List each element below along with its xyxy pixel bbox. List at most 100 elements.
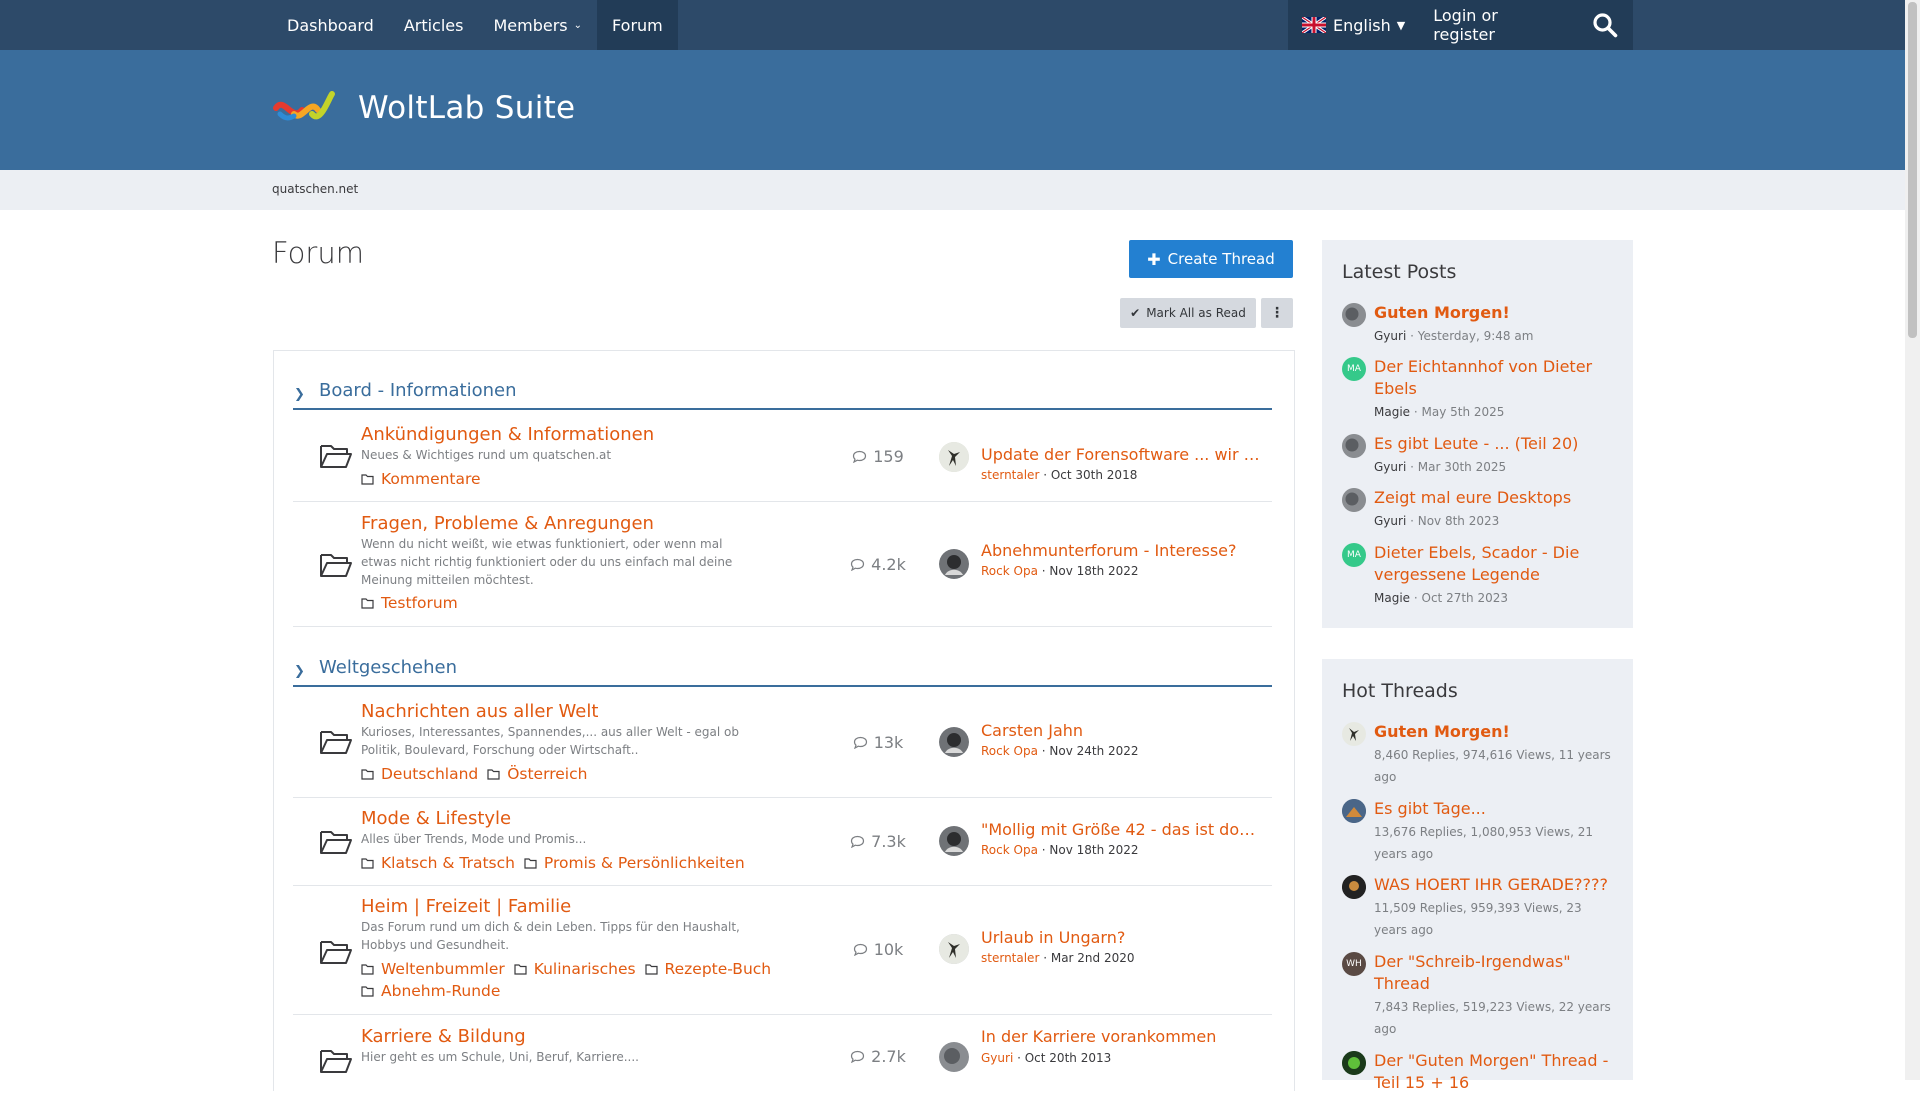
avatar[interactable]: WH bbox=[1342, 952, 1366, 976]
last-post-date: Mar 2nd 2020 bbox=[1050, 951, 1135, 965]
section-title[interactable]: Board - Informationen bbox=[319, 380, 517, 401]
board-title[interactable]: Heim | Freizeit | Familie bbox=[361, 896, 571, 917]
latest-post-user[interactable]: Gyuri bbox=[1374, 514, 1406, 528]
last-post-user[interactable]: Rock Opa bbox=[981, 843, 1038, 857]
more-options-button[interactable]: ⋮ bbox=[1261, 298, 1293, 328]
mark-all-read-button[interactable]: ✔ Mark All as Read bbox=[1120, 298, 1256, 328]
subforum-link[interactable]: Klatsch & Tratsch bbox=[361, 852, 515, 874]
subforum-link[interactable]: Weltenbummler bbox=[361, 958, 505, 980]
avatar[interactable] bbox=[939, 826, 969, 856]
login-register-link[interactable]: Login or register bbox=[1419, 0, 1577, 50]
subforum-list: Kommentare bbox=[361, 468, 781, 490]
subforum-link[interactable]: Österreich bbox=[487, 763, 587, 785]
latest-post-title[interactable]: Zeigt mal eure Desktops bbox=[1374, 487, 1617, 509]
last-post-title[interactable]: Update der Forensoftware ... wir s... bbox=[981, 445, 1261, 464]
avatar[interactable] bbox=[1342, 722, 1366, 746]
search-button[interactable] bbox=[1578, 0, 1634, 50]
last-post-title[interactable]: "Mollig mit Größe 42 - das ist doc... bbox=[981, 820, 1261, 839]
last-post-user[interactable]: Rock Opa bbox=[981, 744, 1038, 758]
subforum-link[interactable]: Kommentare bbox=[361, 468, 481, 490]
avatar[interactable] bbox=[1342, 303, 1366, 327]
top-navigation: Dashboard Articles Members ⌄ Forum Englis… bbox=[0, 0, 1905, 50]
last-post-title[interactable]: In der Karriere vorankommen bbox=[981, 1027, 1261, 1046]
avatar[interactable] bbox=[939, 727, 969, 757]
breadcrumb-home[interactable]: quatschen.net bbox=[272, 182, 358, 196]
nav-dashboard[interactable]: Dashboard bbox=[272, 0, 389, 50]
page-scrollbar[interactable] bbox=[1905, 0, 1920, 1080]
hot-thread-title[interactable]: Der "Schreib-Irgendwas" Thread bbox=[1374, 951, 1617, 995]
latest-post-user[interactable]: Gyuri bbox=[1374, 460, 1406, 474]
last-post-title[interactable]: Urlaub in Ungarn? bbox=[981, 928, 1261, 947]
board-title[interactable]: Ankündigungen & Informationen bbox=[361, 424, 654, 445]
hot-threads-box: Hot Threads Guten Morgen! 8,460 Replies,… bbox=[1322, 659, 1633, 1092]
check-icon: ✔ bbox=[1130, 306, 1141, 320]
latest-post-title[interactable]: Guten Morgen! bbox=[1374, 302, 1617, 324]
last-post-meta: Rock Opa · Nov 18th 2022 bbox=[981, 843, 1139, 857]
subforum-link[interactable]: Promis & Persönlichkeiten bbox=[524, 852, 745, 874]
board-title[interactable]: Mode & Lifestyle bbox=[361, 808, 511, 829]
latest-post-title[interactable]: Es gibt Leute - ... (Teil 20) bbox=[1374, 433, 1617, 455]
language-label: English bbox=[1333, 15, 1391, 35]
hot-thread-title[interactable]: Guten Morgen! bbox=[1374, 721, 1617, 743]
last-post-user[interactable]: Gyuri bbox=[981, 1051, 1013, 1065]
avatar[interactable] bbox=[1342, 488, 1366, 512]
avatar[interactable] bbox=[1342, 875, 1366, 899]
hot-thread-title[interactable]: WAS HOERT IHR GERADE???? bbox=[1374, 874, 1617, 896]
avatar[interactable] bbox=[1342, 434, 1366, 458]
board-description: Das Forum rund um dich & dein Leben. Tip… bbox=[361, 920, 740, 952]
subforum-link[interactable]: Rezepte-Buch bbox=[644, 958, 771, 980]
user-avatar-icon bbox=[1342, 488, 1366, 512]
board-row: Mode & Lifestyle Alles über Trends, Mode… bbox=[293, 798, 1272, 886]
hot-thread-title[interactable]: Es gibt Tage... bbox=[1374, 798, 1617, 820]
board-description: Hier geht es um Schule, Uni, Beruf, Karr… bbox=[361, 1050, 639, 1064]
latest-post-title[interactable]: Dieter Ebels, Scador - Die vergessene Le… bbox=[1374, 542, 1617, 586]
post-count: 13k bbox=[833, 733, 923, 752]
collapse-chevron-icon[interactable]: ❯ bbox=[294, 664, 305, 679]
nav-articles[interactable]: Articles bbox=[389, 0, 479, 50]
latest-post-user[interactable]: Magie bbox=[1374, 405, 1410, 419]
avatar[interactable] bbox=[939, 934, 969, 964]
latest-posts-box: Latest Posts Guten Morgen! Gyuri · Yeste… bbox=[1322, 240, 1633, 628]
latest-post-title[interactable]: Der Eichtannhof von Dieter Ebels bbox=[1374, 356, 1617, 400]
create-thread-label: Create Thread bbox=[1167, 250, 1275, 268]
folder-icon bbox=[361, 598, 374, 609]
board-title[interactable]: Karriere & Bildung bbox=[361, 1026, 526, 1047]
avatar[interactable] bbox=[1342, 799, 1366, 823]
latest-post-user[interactable]: Magie bbox=[1374, 591, 1410, 605]
search-icon bbox=[1593, 13, 1618, 38]
subforum-link[interactable]: Testforum bbox=[361, 592, 458, 614]
language-selector[interactable]: English ▼ bbox=[1288, 0, 1419, 50]
nav-forum[interactable]: Forum bbox=[597, 0, 678, 50]
board-title[interactable]: Nachrichten aus aller Welt bbox=[361, 701, 598, 722]
board-row: Heim | Freizeit | Familie Das Forum rund… bbox=[293, 886, 1272, 1015]
board-title[interactable]: Fragen, Probleme & Anregungen bbox=[361, 513, 654, 534]
subforum-link[interactable]: Deutschland bbox=[361, 763, 478, 785]
site-header: WoltLab Suite bbox=[0, 50, 1905, 170]
avatar[interactable] bbox=[1342, 1051, 1366, 1075]
site-logo[interactable]: WoltLab Suite bbox=[272, 88, 575, 128]
avatar[interactable]: MA bbox=[1342, 543, 1366, 567]
subforum-list: Testforum bbox=[361, 592, 781, 614]
latest-post-user[interactable]: Gyuri bbox=[1374, 329, 1406, 343]
section-title[interactable]: Weltgeschehen bbox=[319, 657, 457, 678]
collapse-chevron-icon[interactable]: ❯ bbox=[294, 387, 305, 402]
scrollbar-thumb[interactable] bbox=[1908, 2, 1917, 338]
avatar[interactable] bbox=[939, 549, 969, 579]
avatar[interactable]: MA bbox=[1342, 357, 1366, 381]
nav-forum-label: Forum bbox=[612, 15, 663, 35]
last-post-user[interactable]: sterntaler bbox=[981, 951, 1039, 965]
subforum-link[interactable]: Kulinarisches bbox=[514, 958, 636, 980]
last-post-title[interactable]: Abnehmunterforum - Interesse? bbox=[981, 541, 1261, 560]
last-post-user[interactable]: sterntaler bbox=[981, 468, 1039, 482]
avatar[interactable] bbox=[939, 442, 969, 472]
nav-members[interactable]: Members ⌄ bbox=[478, 0, 597, 50]
last-post-title[interactable]: Carsten Jahn bbox=[981, 721, 1261, 740]
last-post-meta: sterntaler · Mar 2nd 2020 bbox=[981, 951, 1135, 965]
hot-thread-title[interactable]: Der "Guten Morgen" Thread - Teil 15 + 16 bbox=[1374, 1050, 1617, 1094]
avatar[interactable] bbox=[939, 1042, 969, 1072]
last-post-user[interactable]: Rock Opa bbox=[981, 564, 1038, 578]
post-count-value: 13k bbox=[873, 733, 904, 752]
create-thread-button[interactable]: ✚ Create Thread bbox=[1129, 240, 1293, 278]
woltlab-logo-icon bbox=[273, 91, 335, 121]
subforum-link[interactable]: Abnehm-Runde bbox=[361, 980, 500, 1002]
